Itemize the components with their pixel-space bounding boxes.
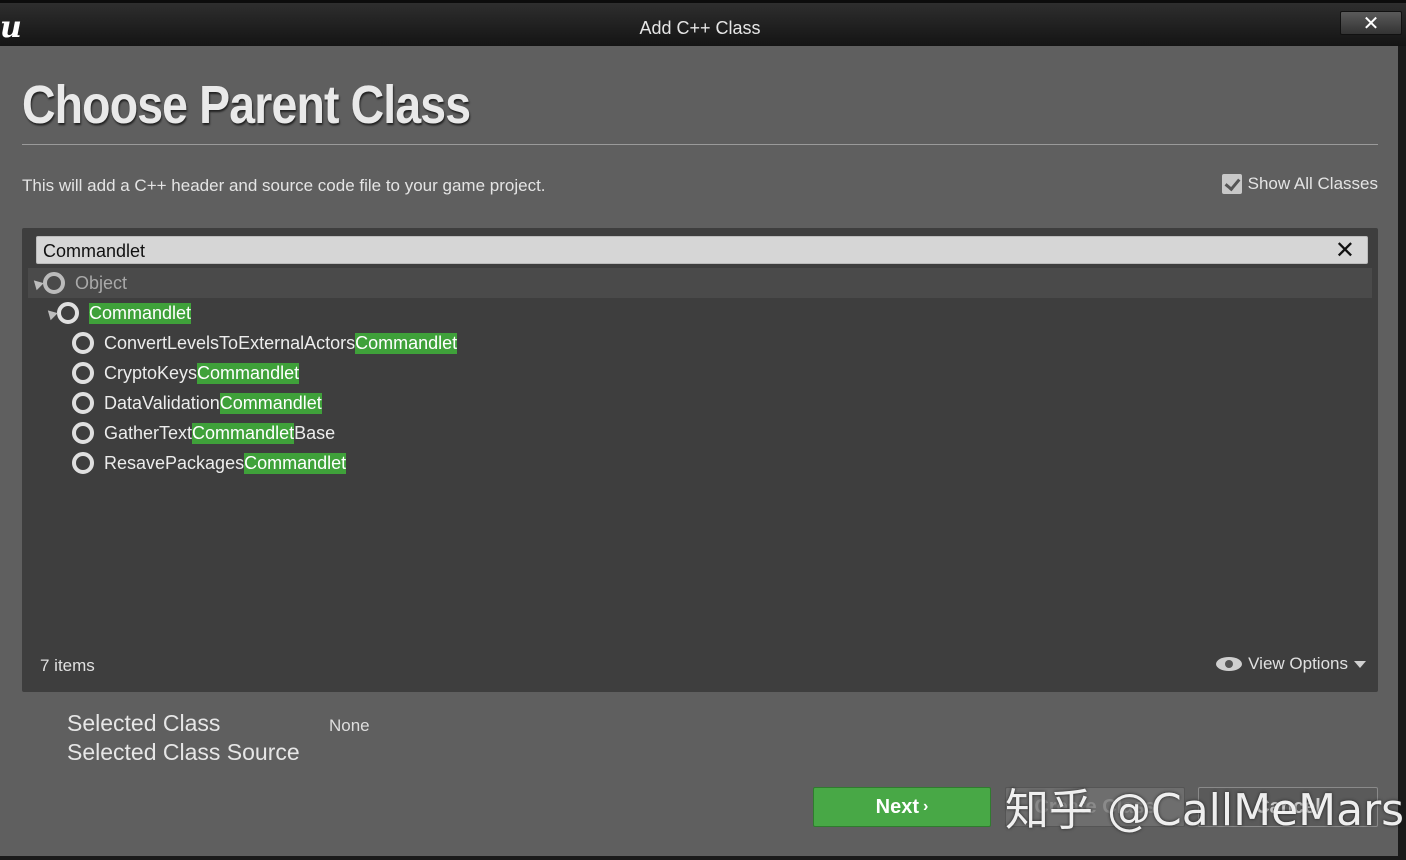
label-prefix: GatherText <box>104 422 193 443</box>
tree-row-child[interactable]: CryptoKeys Commandlet <box>28 358 1372 388</box>
divider <box>22 144 1378 145</box>
class-icon <box>72 392 94 414</box>
class-tree: Object Commandlet ConvertLevelsToExterna… <box>28 268 1372 478</box>
next-button-label: Next <box>875 795 920 818</box>
chevron-down-icon <box>1354 660 1366 668</box>
chevron-right-icon: › <box>923 798 929 815</box>
close-button[interactable]: ✕ <box>1340 11 1402 35</box>
label-match: Commandlet <box>355 332 458 354</box>
class-icon <box>72 422 94 444</box>
class-icon <box>57 302 79 324</box>
class-icon <box>43 272 65 294</box>
item-count: 7 items <box>40 656 95 675</box>
tree-row-label: Object <box>75 272 128 293</box>
expand-arrow-icon[interactable] <box>30 276 44 290</box>
label-match: Commandlet <box>219 392 322 414</box>
selected-class-label: Selected Class <box>67 710 221 736</box>
label-match: Commandlet <box>192 422 295 444</box>
tree-row-child[interactable]: ConvertLevelsToExternalActors Commandlet <box>28 328 1372 358</box>
tree-row-child[interactable]: DataValidation Commandlet <box>28 388 1372 418</box>
next-button[interactable]: Next › <box>813 787 991 827</box>
expand-arrow-icon[interactable] <box>44 306 58 320</box>
label-prefix: ConvertLevelsToExternalActors <box>104 332 356 353</box>
tree-row-commandlet[interactable]: Commandlet <box>28 298 1372 328</box>
selected-class-value: None <box>329 716 370 735</box>
description: This will add a C++ header and source co… <box>22 176 546 195</box>
tree-row-label: Commandlet <box>89 302 192 324</box>
window-title: Add C++ Class <box>639 18 761 38</box>
show-all-classes-toggle[interactable]: Show All Classes <box>1221 174 1378 194</box>
view-options-button[interactable]: View Options <box>1216 654 1366 674</box>
watermark: 知乎 @CallMeMars <box>1005 785 1405 836</box>
tree-row-child[interactable]: ResavePackages Commandlet <box>28 448 1372 478</box>
class-icon <box>72 452 94 474</box>
label-suffix: Base <box>294 422 336 443</box>
show-all-classes-label: Show All Classes <box>1247 174 1378 193</box>
eye-icon <box>1216 657 1243 671</box>
tree-row-object[interactable]: Object <box>28 268 1372 298</box>
label-match: Commandlet <box>244 452 347 474</box>
close-icon[interactable]: ✕ <box>1335 237 1355 263</box>
class-icon <box>72 362 94 384</box>
label-prefix: DataValidation <box>104 392 220 413</box>
tree-row-child[interactable]: GatherText Commandlet Base <box>28 418 1372 448</box>
search-input[interactable] <box>43 239 1323 263</box>
label-prefix: ResavePackages <box>104 452 245 473</box>
search-box[interactable]: ✕ <box>36 236 1368 264</box>
class-icon <box>72 332 94 354</box>
view-options-label: View Options <box>1248 654 1348 673</box>
title-bar: u Add C++ Class ✕ <box>0 0 1406 46</box>
label-prefix: CryptoKeys <box>104 362 198 383</box>
selected-class-source-label: Selected Class Source <box>67 739 300 765</box>
dialog: Choose Parent Class This will add a C++ … <box>0 46 1406 860</box>
class-picker-panel: ✕ Object Commandlet ConvertLevelsToExter… <box>22 228 1378 692</box>
page-title: Choose Parent Class <box>22 75 471 135</box>
label-match: Commandlet <box>197 362 300 384</box>
checkbox-icon[interactable] <box>1221 174 1242 194</box>
